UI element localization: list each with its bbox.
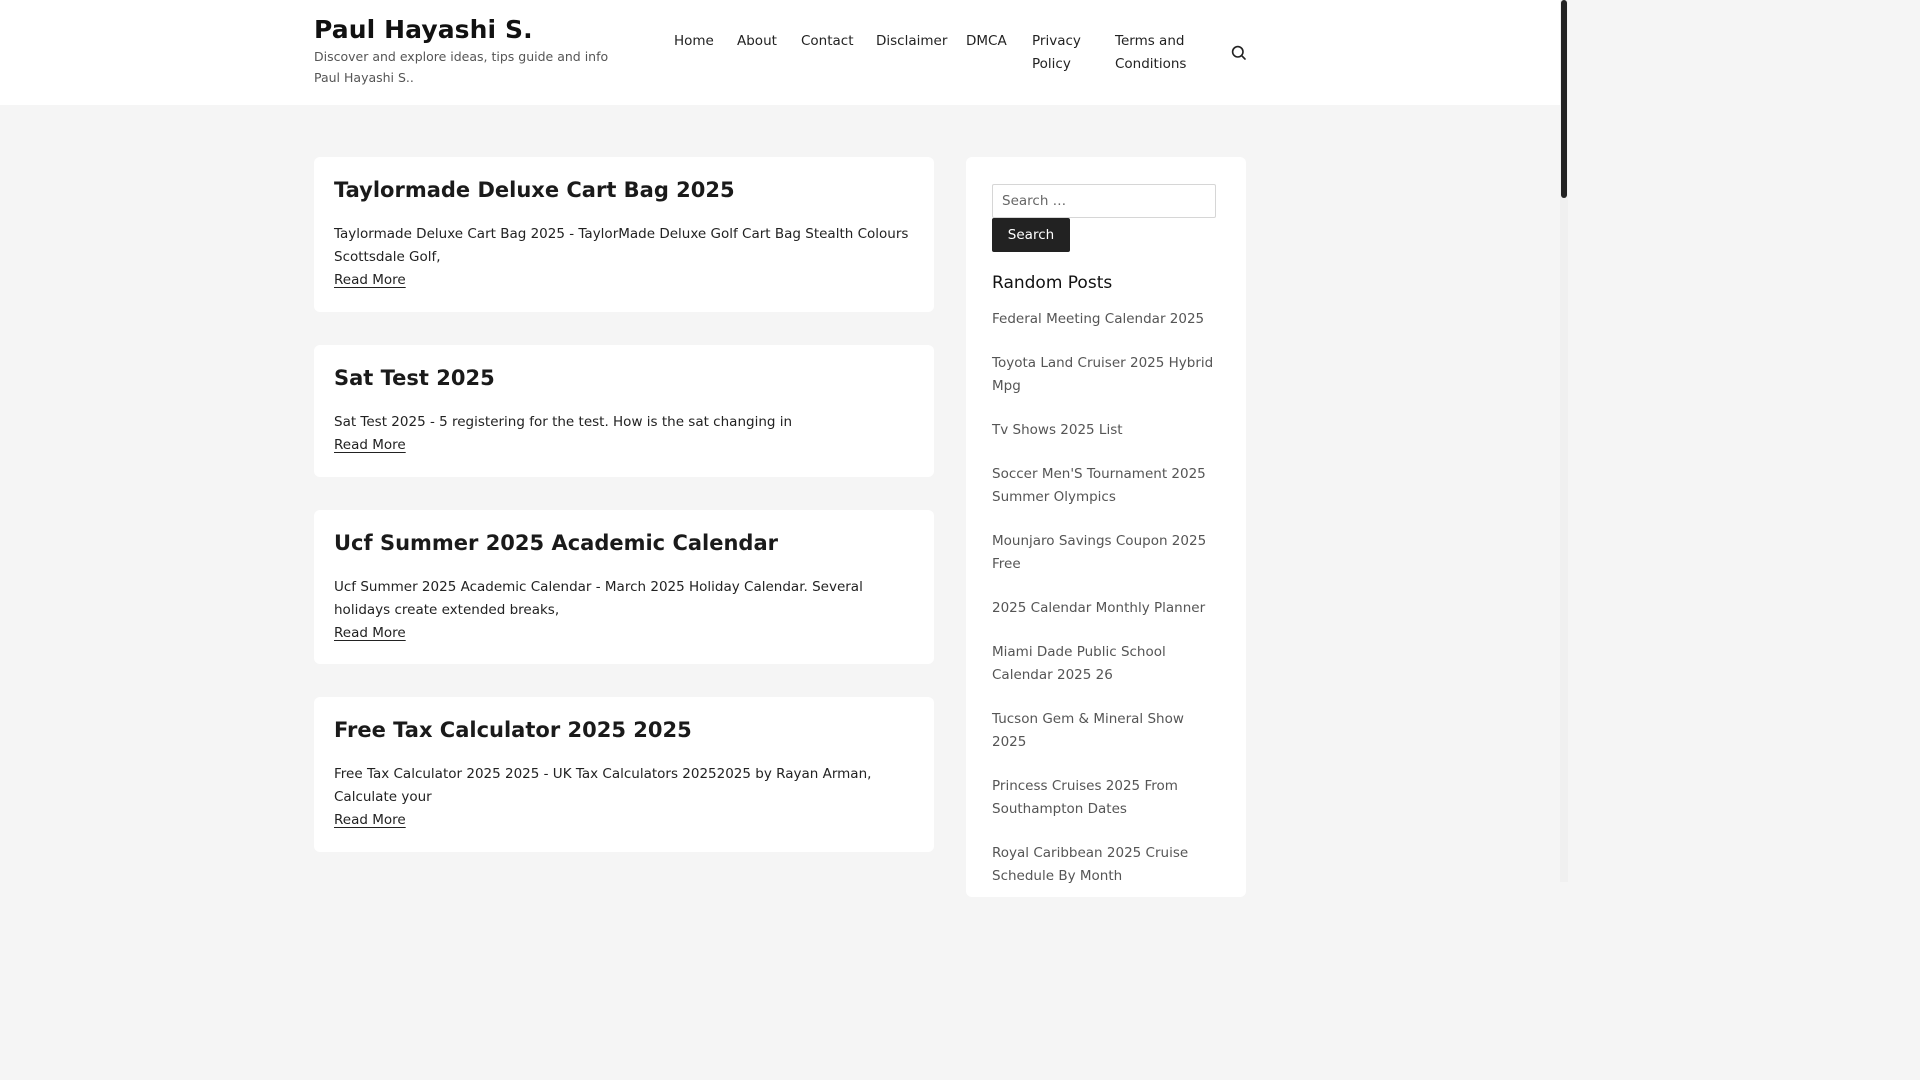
- nav-dmca[interactable]: DMCA: [966, 30, 1007, 53]
- nav-home[interactable]: Home: [674, 30, 714, 53]
- list-item: Soccer Men'S Tournament 2025 Summer Olym…: [992, 463, 1220, 509]
- random-post-link[interactable]: 2025 Calendar Monthly Planner: [992, 597, 1220, 620]
- random-post-link[interactable]: Royal Caribbean 2025 Cruise Schedule By …: [992, 842, 1220, 888]
- post-excerpt: Free Tax Calculator 2025 2025 - UK Tax C…: [334, 766, 872, 805]
- post-title[interactable]: Taylormade Deluxe Cart Bag 2025: [334, 175, 914, 205]
- sidebar: Search Random Posts Federal Meeting Cale…: [966, 157, 1246, 897]
- post-title[interactable]: Sat Test 2025: [334, 363, 914, 393]
- post-card: Free Tax Calculator 2025 2025 Free Tax C…: [314, 697, 934, 852]
- random-post-link[interactable]: Mounjaro Savings Coupon 2025 Free: [992, 530, 1220, 576]
- nav-terms-and-conditions[interactable]: Terms and Conditions: [1115, 30, 1205, 76]
- list-item: Tucson Gem & Mineral Show 2025: [992, 708, 1220, 754]
- list-item: Federal Meeting Calendar 2025: [992, 308, 1220, 331]
- search-input[interactable]: [992, 184, 1216, 218]
- nav-disclaimer[interactable]: Disclaimer: [876, 30, 947, 53]
- read-more-link[interactable]: Read More: [334, 809, 406, 832]
- post-title[interactable]: Free Tax Calculator 2025 2025: [334, 715, 914, 745]
- nav-about[interactable]: About: [737, 30, 777, 53]
- list-item: Tv Shows 2025 List: [992, 419, 1220, 442]
- list-item: Royal Caribbean 2025 Cruise Schedule By …: [992, 842, 1220, 888]
- random-post-link[interactable]: Miami Dade Public School Calendar 2025 2…: [992, 641, 1220, 687]
- random-post-link[interactable]: Soccer Men'S Tournament 2025 Summer Olym…: [992, 463, 1220, 509]
- post-card: Ucf Summer 2025 Academic Calendar Ucf Su…: [314, 510, 934, 664]
- list-item: Toyota Land Cruiser 2025 Hybrid Mpg: [992, 352, 1220, 398]
- random-post-link[interactable]: Tucson Gem & Mineral Show 2025: [992, 708, 1220, 754]
- list-item: Mounjaro Savings Coupon 2025 Free: [992, 530, 1220, 576]
- site-header: Paul Hayashi S. Discover and explore ide…: [0, 0, 1560, 105]
- post-card: Taylormade Deluxe Cart Bag 2025 Taylorma…: [314, 157, 934, 312]
- random-post-link[interactable]: Federal Meeting Calendar 2025: [992, 308, 1220, 331]
- random-posts-heading: Random Posts: [992, 273, 1113, 293]
- read-more-link[interactable]: Read More: [334, 434, 406, 457]
- search-button[interactable]: Search: [992, 218, 1070, 252]
- post-card: Sat Test 2025 Sat Test 2025 - 5 register…: [314, 345, 934, 477]
- list-item: 2025 Calendar Monthly Planner: [992, 597, 1220, 620]
- post-excerpt: Taylormade Deluxe Cart Bag 2025 - Taylor…: [334, 226, 909, 265]
- main-nav: Home About Contact Disclaimer DMCA Priva…: [0, 30, 1560, 90]
- search-icon[interactable]: [1230, 44, 1248, 62]
- random-post-link[interactable]: Tv Shows 2025 List: [992, 419, 1220, 442]
- post-excerpt: Sat Test 2025 - 5 registering for the te…: [334, 414, 793, 430]
- random-posts-list: Federal Meeting Calendar 2025 Toyota Lan…: [992, 308, 1220, 909]
- post-excerpt: Ucf Summer 2025 Academic Calendar - Marc…: [334, 579, 863, 618]
- list-item: Miami Dade Public School Calendar 2025 2…: [992, 641, 1220, 687]
- random-post-link[interactable]: Toyota Land Cruiser 2025 Hybrid Mpg: [992, 352, 1220, 398]
- nav-contact[interactable]: Contact: [801, 30, 854, 53]
- random-post-link[interactable]: Princess Cruises 2025 From Southampton D…: [992, 775, 1220, 821]
- scrollbar-thumb[interactable]: [1561, 0, 1567, 198]
- post-title[interactable]: Ucf Summer 2025 Academic Calendar: [334, 528, 914, 558]
- nav-privacy-policy[interactable]: Privacy Policy: [1032, 30, 1096, 76]
- list-item: Princess Cruises 2025 From Southampton D…: [992, 775, 1220, 821]
- read-more-link[interactable]: Read More: [334, 622, 406, 645]
- read-more-link[interactable]: Read More: [334, 269, 406, 292]
